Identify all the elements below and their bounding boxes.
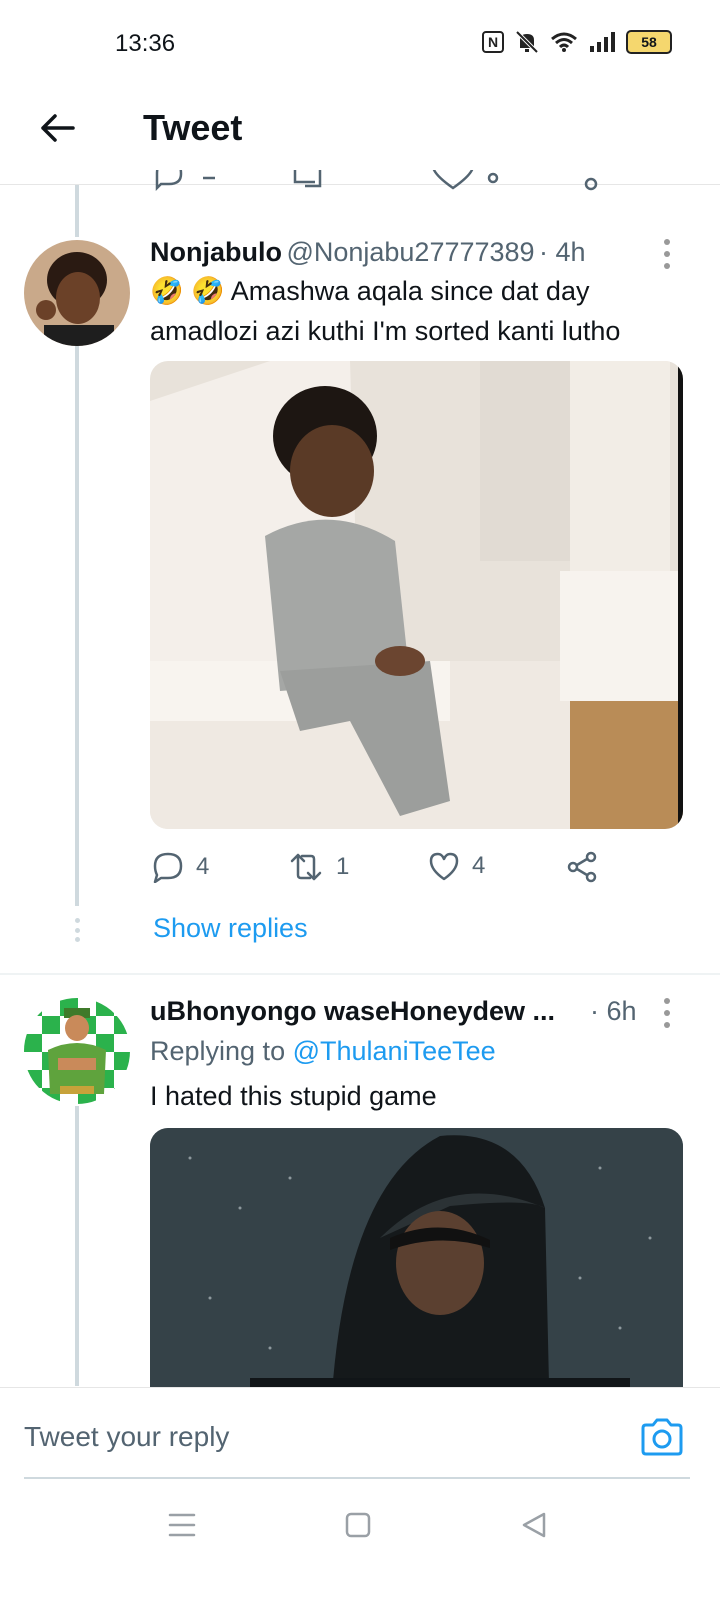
retweet-action[interactable]: 1 xyxy=(288,851,349,883)
dot xyxy=(664,263,670,269)
dot xyxy=(664,1022,670,1028)
show-replies-link[interactable]: Show replies xyxy=(153,913,308,944)
more-options-button[interactable] xyxy=(662,998,672,1028)
dot xyxy=(664,998,670,1004)
tweet-time: · 4h xyxy=(539,237,586,267)
reply-bar-divider xyxy=(0,1387,720,1388)
like-count: 4 xyxy=(472,852,486,879)
triangle-back-icon xyxy=(522,1512,546,1538)
tweet-divider xyxy=(0,973,720,975)
tweet-text: I hated this stupid game xyxy=(150,1081,437,1111)
back-button[interactable] xyxy=(34,105,80,151)
nfc-icon: N xyxy=(482,31,504,53)
dot xyxy=(74,937,80,942)
retweet-icon xyxy=(290,853,322,881)
reply-action[interactable]: 4 xyxy=(152,851,209,883)
share-icon xyxy=(567,851,597,883)
replying-to-label: Replying to xyxy=(150,1036,286,1066)
heart-icon xyxy=(429,852,459,881)
man-in-rain-photo xyxy=(150,1128,683,1428)
retweet-count: 1 xyxy=(336,853,350,880)
reply-input[interactable] xyxy=(24,1412,614,1462)
tweet-text-line1: 🤣 🤣 Amashwa aqala since dat day xyxy=(150,276,590,306)
dot xyxy=(74,918,80,923)
svg-text:N: N xyxy=(488,34,498,50)
tweet-media-image[interactable] xyxy=(150,361,683,829)
previous-tweet-actions xyxy=(155,170,605,196)
reply-count: 4 xyxy=(196,853,210,880)
status-time: 13:36 xyxy=(115,30,176,57)
share-action[interactable] xyxy=(566,851,598,883)
tweet-time: · 6h xyxy=(590,996,637,1026)
tweet-author-name[interactable]: uBhonyongo waseHoneydew ... xyxy=(150,996,555,1026)
nav-back-button[interactable] xyxy=(520,1511,548,1544)
avatar[interactable] xyxy=(24,240,130,346)
child-on-sofa-photo xyxy=(150,361,683,829)
reply-icon xyxy=(153,852,183,883)
avatar-image xyxy=(24,240,130,346)
avatar[interactable] xyxy=(24,998,130,1104)
battery-indicator: 58 xyxy=(626,30,672,54)
tweet-media-image[interactable] xyxy=(150,1128,683,1428)
status-icons: N 58 xyxy=(482,30,672,54)
avatar-image xyxy=(24,998,130,1104)
square-icon xyxy=(345,1512,371,1538)
dot xyxy=(664,251,670,257)
dot xyxy=(74,927,80,933)
like-action[interactable]: 4 xyxy=(428,851,485,881)
nav-menu-button[interactable] xyxy=(168,1512,196,1543)
tweet-text-line2: amadlozi azi kuthi I'm sorted kanti luth… xyxy=(150,316,621,346)
menu-icon xyxy=(168,1513,196,1537)
arrow-left-icon xyxy=(41,114,75,142)
camera-button[interactable] xyxy=(640,1418,686,1458)
camera-icon xyxy=(641,1418,683,1456)
dot xyxy=(664,239,670,245)
thread-line xyxy=(75,1106,79,1386)
reply-input-underline xyxy=(24,1477,690,1479)
replying-to-handle[interactable]: @ThulaniTeeTee xyxy=(293,1036,496,1066)
wifi-icon xyxy=(551,32,577,52)
thread-line xyxy=(75,346,79,906)
tweet-author-name[interactable]: Nonjabulo xyxy=(150,237,282,267)
thread-line xyxy=(75,185,79,237)
mute-icon xyxy=(515,30,539,54)
thread-dots xyxy=(73,918,81,942)
dot xyxy=(664,1010,670,1016)
page-title: Tweet xyxy=(143,107,243,148)
nav-home-button[interactable] xyxy=(344,1511,372,1544)
more-options-button[interactable] xyxy=(662,239,672,269)
signal-icon xyxy=(590,32,615,52)
tweet-author-handle: @Nonjabu27777389 xyxy=(286,237,535,267)
